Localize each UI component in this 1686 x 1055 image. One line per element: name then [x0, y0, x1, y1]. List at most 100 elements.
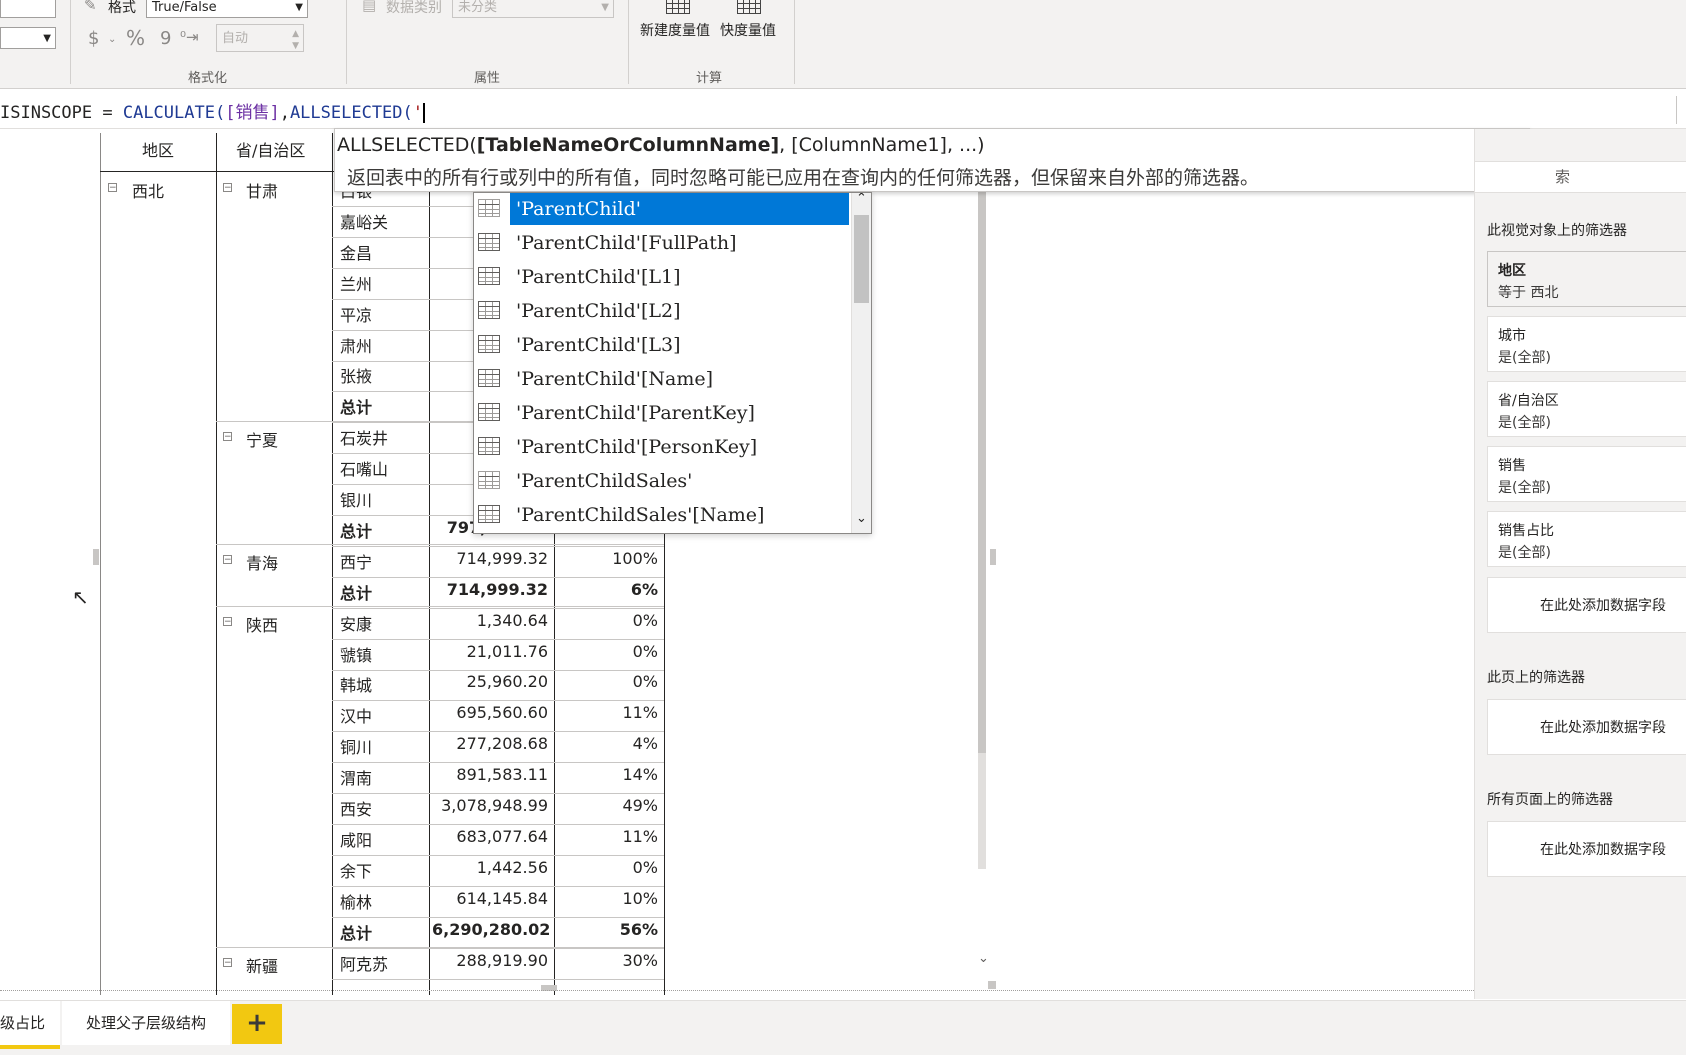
decimal-combo[interactable]: ▼ [0, 27, 56, 49]
add-field-all[interactable]: 在此处添加数据字段 [1487, 821, 1686, 877]
tab-page-1[interactable]: 级占比 [0, 1001, 60, 1049]
autocomplete-item[interactable]: 'ParentChild'[ParentKey] [474, 397, 851, 429]
column-header-region[interactable]: 地区 [142, 137, 174, 161]
autocomplete-item[interactable]: 'ParentChild'[L2] [474, 295, 851, 327]
filter-card[interactable]: 销售占比 是(全部) [1487, 511, 1686, 567]
resize-handle[interactable] [990, 549, 996, 565]
collapse-icon[interactable]: − [223, 432, 232, 442]
autocomplete-item[interactable]: 'ParentChild' [474, 193, 851, 225]
city-cell: 金昌 [340, 244, 373, 263]
table-icon [478, 199, 500, 217]
filter-field-name: 销售占比 [1498, 523, 1554, 539]
autocomplete-item[interactable]: 'ParentChild'[FullPath] [474, 227, 851, 259]
quick-measure-button[interactable]: 快度量值 [720, 20, 776, 40]
format-select[interactable]: True/False ▼ [146, 0, 308, 18]
filter-card[interactable]: 省/自治区 是(全部) [1487, 381, 1686, 437]
filter-field-value: 是(全部) [1498, 480, 1551, 496]
pct-cell: 6% [630, 580, 658, 599]
city-cell: 阿克苏 [340, 955, 389, 974]
scroll-down-icon[interactable]: ⌄ [856, 511, 867, 526]
autocomplete-item[interactable]: 'ParentChildSales'[Name] [474, 499, 851, 531]
autocomplete-item-label: 'ParentChild'[L1] [516, 266, 681, 288]
filter-card[interactable]: 销售 是(全部) [1487, 446, 1686, 502]
scroll-down-icon[interactable]: ⌄ [978, 951, 989, 966]
autocomplete-item-label: 'ParentChild'[ParentKey] [516, 402, 755, 424]
function-signature: ALLSELECTED([TableNameOrColumnName], [Co… [337, 134, 985, 156]
row-divider [332, 948, 664, 949]
sales-cell: 695,560.60 [456, 703, 548, 722]
pct-cell: 56% [619, 920, 658, 939]
add-field-page[interactable]: 在此处添加数据字段 [1487, 699, 1686, 755]
autocomplete-item[interactable]: 'ParentChildSales' [474, 465, 851, 497]
city-cell: 汉中 [340, 707, 373, 726]
add-field-visual[interactable]: 在此处添加数据字段 [1487, 577, 1686, 633]
formula-input[interactable]: ISINSCOPE = CALCULATE([销售],ALLSELECTED(' [0, 98, 425, 123]
resize-handle[interactable] [988, 981, 996, 989]
matrix-scrollbar[interactable] [978, 133, 986, 869]
group-label-calc: 计算 [696, 71, 723, 86]
scroll-up-icon[interactable]: ⌃ [856, 193, 867, 206]
percent-icon[interactable]: % [126, 26, 145, 50]
autocomplete-list[interactable]: 'ParentChild' 'ParentChild'[FullPath] 'Par… [473, 192, 872, 534]
sales-cell: 25,960.20 [466, 672, 548, 691]
ribbon-separator [628, 0, 629, 84]
search-hint: 索 [1555, 168, 1571, 186]
collapse-icon[interactable]: − [223, 958, 232, 968]
filter-field-name: 城市 [1498, 328, 1526, 344]
format-label: 格式 [108, 0, 136, 16]
top-left-combo[interactable] [0, 0, 56, 18]
filter-search-input[interactable]: 索 [1475, 161, 1686, 193]
autocomplete-item[interactable]: 'ParentChild'[L1] [474, 261, 851, 293]
city-cell: 总计 [340, 924, 373, 943]
new-measure-icon[interactable] [666, 0, 690, 14]
collapse-icon[interactable]: − [223, 617, 232, 627]
autocomplete-item[interactable]: 'ParentChild'[PersonKey] [474, 431, 851, 463]
column-header-province[interactable]: 省/自治区 [236, 137, 305, 161]
pct-cell: 10% [622, 889, 658, 908]
decimal-places-icon[interactable]: ⁰⇥ [180, 28, 199, 46]
chevron-down-icon[interactable]: ⌄ [108, 34, 116, 45]
city-cell: 兰州 [340, 275, 373, 294]
collapse-icon[interactable]: − [223, 555, 232, 565]
scrollbar-thumb[interactable] [978, 173, 986, 753]
comma-icon[interactable]: 9 [160, 28, 171, 49]
resize-handle[interactable] [93, 549, 99, 565]
city-cell: 虢镇 [340, 646, 373, 665]
group-label-format: 格式化 [188, 71, 228, 86]
city-cell: 银川 [340, 491, 373, 510]
signature-fn: ALLSELECTED( [337, 134, 477, 156]
autocomplete-item-label: 'ParentChild'[Name] [516, 368, 714, 390]
formula-measure: [销售] [225, 103, 280, 123]
tab-page-2[interactable]: 处理父子层级结构 [62, 1001, 230, 1045]
formula-quote: ' [412, 103, 424, 123]
formula-bar[interactable]: ISINSCOPE = CALCULATE([销售],ALLSELECTED(' [0, 90, 1686, 129]
city-cell: 张掖 [340, 367, 373, 386]
tab-label: 级占比 [0, 1014, 46, 1032]
sales-cell: 714,999.32 [446, 580, 548, 599]
sales-cell: 6,290,280.02 [432, 920, 551, 939]
table-icon [478, 471, 500, 489]
autocomplete-item[interactable]: 'ParentChild'[L3] [474, 329, 851, 361]
data-category-label: 数据类别 [386, 0, 442, 16]
autocomplete-item[interactable]: 'ParentChild'[Name] [474, 363, 851, 395]
autocomplete-scrollbar[interactable]: ⌃ ⌄ [851, 193, 871, 533]
function-description: 返回表中的所有行或列中的所有值，同时忽略可能已应用在查询内的任何筛选器，但保留来… [347, 167, 1260, 189]
collapse-icon[interactable]: − [223, 183, 232, 193]
collapse-icon[interactable]: − [108, 183, 117, 193]
formula-equals: = [92, 103, 123, 123]
filter-card[interactable]: 地区 等于 西北 [1487, 251, 1686, 307]
currency-icon[interactable]: $ [88, 28, 99, 49]
add-page-button[interactable]: + [232, 1004, 282, 1044]
new-measure-button[interactable]: 新建度量值 [640, 20, 710, 40]
auto-stepper[interactable]: 自动 ▲ ▼ [216, 24, 304, 52]
data-category-select[interactable]: 未分类 ▼ [452, 0, 614, 18]
column-divider [216, 133, 217, 995]
ribbon: ▼ ✎ 格式 True/False ▼ $ ⌄ % 9 ⁰⇥ 自动 ▲ ▼ 格式化… [0, 0, 1686, 89]
filters-all-heading: 所有页面上的筛选器 [1487, 792, 1613, 808]
quick-measure-icon[interactable] [737, 0, 761, 14]
scrollbar-thumb[interactable] [854, 215, 869, 303]
row-divider [332, 577, 664, 578]
pct-cell: 0% [632, 672, 658, 691]
filter-card[interactable]: 城市 是(全部) [1487, 316, 1686, 372]
sales-cell: 714,999.32 [456, 549, 548, 568]
